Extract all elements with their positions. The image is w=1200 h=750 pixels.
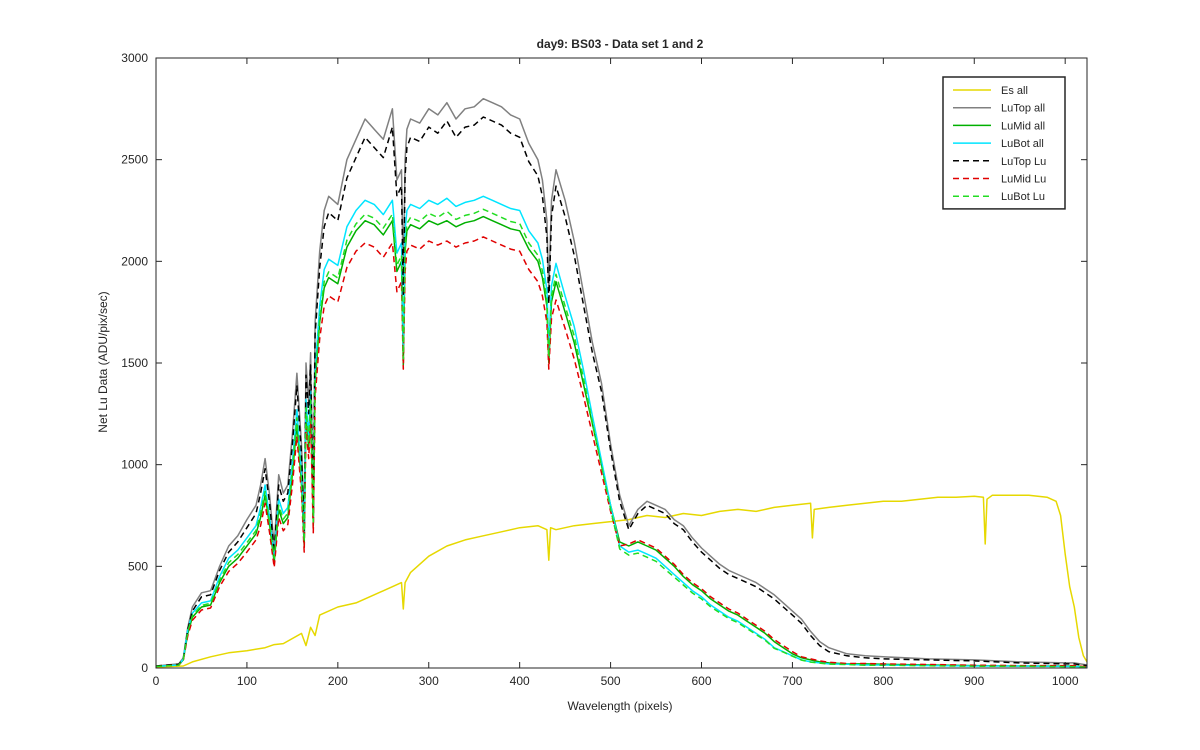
legend-label: LuTop Lu	[1001, 156, 1046, 168]
y-tick-label: 2000	[121, 254, 148, 268]
y-tick-label: 2500	[121, 153, 148, 167]
y-tick-label: 1000	[121, 458, 148, 472]
legend-label: LuBot Lu	[1001, 191, 1045, 203]
x-tick-label: 100	[237, 674, 257, 688]
x-tick-label: 600	[691, 674, 711, 688]
legend: Es all LuTop all LuMid all LuBot all LuTop L…	[942, 76, 1066, 210]
legend-label: LuMid all	[1001, 120, 1045, 132]
x-tick-label: 700	[782, 674, 802, 688]
x-tick-label: 0	[153, 674, 160, 688]
y-tick-label: 500	[128, 559, 148, 573]
x-tick-label: 300	[419, 674, 439, 688]
legend-label: LuBot all	[1001, 138, 1044, 150]
y-axis-label: Net Lu Data (ADU/pix/sec)	[96, 291, 110, 432]
y-tick-label: 0	[141, 661, 148, 675]
legend-label: LuMid Lu	[1001, 174, 1046, 186]
x-tick-label: 500	[601, 674, 621, 688]
x-tick-label: 200	[328, 674, 348, 688]
legend-label: Es all	[1001, 85, 1028, 97]
x-tick-label: 400	[510, 674, 530, 688]
x-tick-label: 800	[873, 674, 893, 688]
x-tick-label: 1000	[1052, 674, 1079, 688]
x-axis-label: Wavelength (pixels)	[568, 699, 673, 713]
legend-label: LuTop all	[1001, 103, 1045, 115]
chart-title: day9: BS03 - Data set 1 and 2	[537, 37, 704, 51]
x-tick-label: 900	[964, 674, 984, 688]
y-tick-label: 3000	[121, 51, 148, 65]
y-tick-label: 1500	[121, 356, 148, 370]
chart-figure: day9: BS03 - Data set 1 and 2 Wavelength…	[0, 0, 1200, 750]
